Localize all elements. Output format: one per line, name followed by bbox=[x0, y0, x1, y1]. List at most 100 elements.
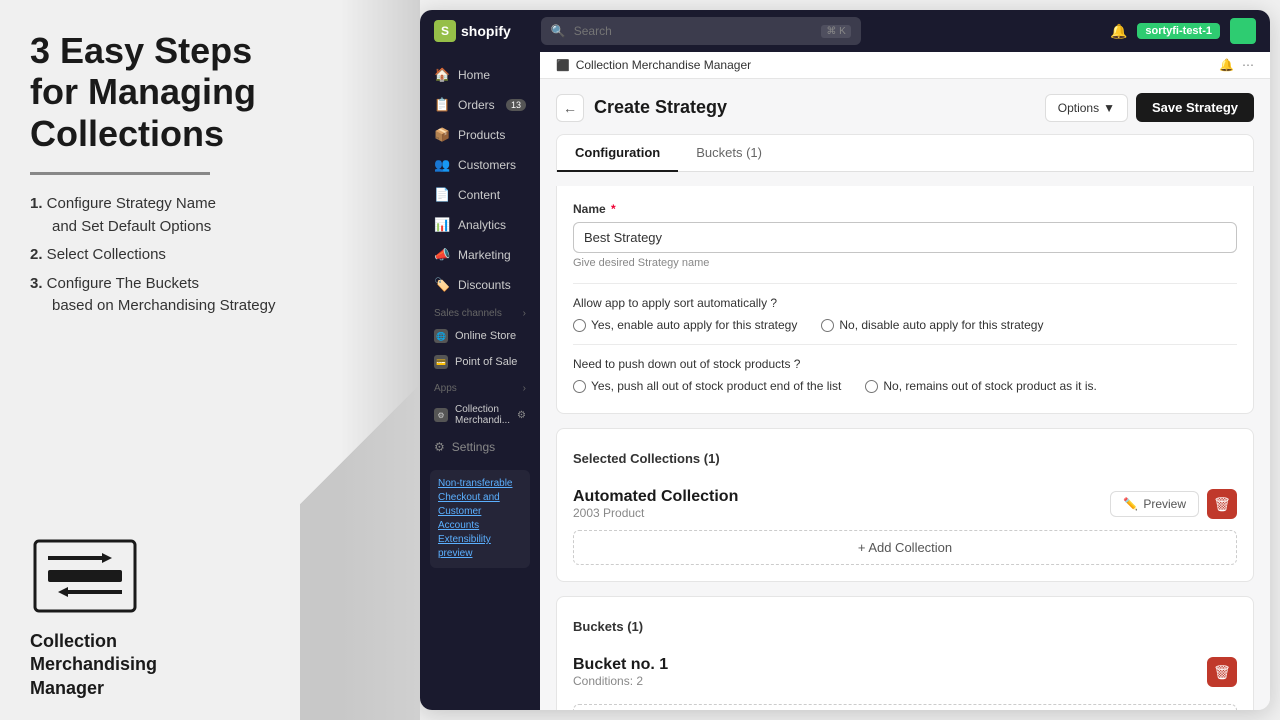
back-button[interactable]: ← bbox=[556, 94, 584, 122]
sidebar-item-marketing[interactable]: 📣 Marketing bbox=[420, 240, 540, 270]
apps-section: Apps › bbox=[420, 375, 540, 398]
out-of-stock-group: Need to push down out of stock products … bbox=[573, 357, 1237, 393]
customers-icon: 👥 bbox=[434, 157, 450, 173]
auto-apply-no[interactable]: No, disable auto apply for this strategy bbox=[821, 318, 1043, 332]
out-of-stock-yes-radio[interactable] bbox=[573, 380, 586, 393]
step-3-text: Configure The Bucketsbased on Merchandis… bbox=[30, 275, 390, 318]
auto-apply-no-radio[interactable] bbox=[821, 319, 834, 332]
strategy-name-input[interactable] bbox=[573, 222, 1237, 253]
out-of-stock-no-label: No, remains out of stock product as it i… bbox=[883, 379, 1096, 393]
list-item: 3. Configure The Bucketsbased on Merchan… bbox=[30, 273, 390, 318]
sidebar-item-label: Settings bbox=[452, 440, 495, 454]
search-input[interactable] bbox=[574, 24, 814, 38]
out-of-stock-no[interactable]: No, remains out of stock product as it i… bbox=[865, 379, 1096, 393]
tab-label: Buckets (1) bbox=[696, 145, 762, 160]
delete-collection-button[interactable]: 🗑 bbox=[1207, 489, 1237, 519]
tab-buckets[interactable]: Buckets (1) bbox=[678, 135, 780, 172]
notice-text: Non-transferable Checkout and Customer A… bbox=[438, 478, 512, 559]
more-options-icon[interactable]: ⋯ bbox=[1242, 58, 1254, 72]
options-button[interactable]: Options ▼ bbox=[1045, 94, 1128, 122]
auto-apply-label: Allow app to apply sort automatically ? bbox=[573, 296, 1237, 310]
shopify-admin-panel: S shopify 🔍 ⌘ K 🔔 sortyfi-test-1 🏠 Home … bbox=[420, 10, 1270, 710]
user-badge[interactable]: sortyfi-test-1 bbox=[1137, 23, 1220, 39]
sidebar-item-analytics[interactable]: 📊 Analytics bbox=[420, 210, 540, 240]
collection-info: Automated Collection 2003 Product bbox=[573, 488, 738, 520]
sidebar-item-label: Online Store bbox=[455, 330, 516, 342]
auto-apply-yes-radio[interactable] bbox=[573, 319, 586, 332]
sidebar-item-label: Orders bbox=[458, 98, 495, 112]
bucket-name: Bucket no. 1 bbox=[573, 656, 668, 674]
tabs-container: Configuration Buckets (1) bbox=[556, 134, 1254, 172]
content-icon: 📄 bbox=[434, 187, 450, 203]
sidebar-item-products[interactable]: 📦 Products bbox=[420, 120, 540, 150]
auto-apply-yes-label: Yes, enable auto apply for this strategy bbox=[591, 318, 797, 332]
bell-icon[interactable]: 🔔 bbox=[1110, 23, 1127, 40]
list-item: 2. Select Collections bbox=[30, 244, 390, 267]
name-label: Name * bbox=[573, 202, 1237, 216]
left-panel: 3 Easy Steps for Managing Collections 1.… bbox=[0, 0, 420, 720]
admin-body: 🏠 Home 📋 Orders 13 📦 Products 👥 Customer… bbox=[420, 52, 1270, 710]
apps-label: Apps bbox=[434, 383, 457, 394]
analytics-icon: 📊 bbox=[434, 217, 450, 233]
out-of-stock-options: Yes, push all out of stock product end o… bbox=[573, 379, 1237, 393]
auto-apply-yes[interactable]: Yes, enable auto apply for this strategy bbox=[573, 318, 797, 332]
preview-button[interactable]: ✏️ Preview bbox=[1110, 491, 1199, 517]
auto-apply-group: Allow app to apply sort automatically ? … bbox=[573, 296, 1237, 332]
main-title: 3 Easy Steps for Managing Collections bbox=[30, 30, 390, 154]
add-collection-button[interactable]: + Add Collection bbox=[573, 530, 1237, 565]
topbar: S shopify 🔍 ⌘ K 🔔 sortyfi-test-1 bbox=[420, 10, 1270, 52]
page-container: ← Create Strategy Options ▼ Save Strateg… bbox=[540, 79, 1270, 710]
tabs: Configuration Buckets (1) bbox=[557, 135, 1253, 172]
sidebar-item-discounts[interactable]: 🏷️ Discounts bbox=[420, 270, 540, 300]
shopify-wordmark: shopify bbox=[461, 23, 511, 39]
sidebar-item-label: Content bbox=[458, 188, 500, 202]
bucket-item: Bucket no. 1 Conditions: 2 🗑 bbox=[573, 646, 1237, 698]
sidebar-item-label: Analytics bbox=[458, 218, 506, 232]
bell-icon-app[interactable]: 🔔 bbox=[1219, 58, 1234, 72]
sidebar-item-collection-app[interactable]: ⚙ Collection Merchandi... ⚙ bbox=[420, 398, 540, 432]
pencil-icon: ✏️ bbox=[1123, 497, 1138, 511]
title-divider bbox=[30, 172, 210, 175]
sidebar-item-content[interactable]: 📄 Content bbox=[420, 180, 540, 210]
collections-card: Selected Collections (1) Automated Colle… bbox=[556, 428, 1254, 582]
out-of-stock-yes-label: Yes, push all out of stock product end o… bbox=[591, 379, 841, 393]
user-avatar bbox=[1230, 18, 1256, 44]
search-bar[interactable]: 🔍 ⌘ K bbox=[541, 17, 861, 45]
bucket-sub: Conditions: 2 bbox=[573, 674, 668, 688]
shopify-logo: S shopify bbox=[434, 20, 511, 42]
delete-bucket-button[interactable]: 🗑 bbox=[1207, 657, 1237, 687]
products-icon: 📦 bbox=[434, 127, 450, 143]
sidebar: 🏠 Home 📋 Orders 13 📦 Products 👥 Customer… bbox=[420, 52, 540, 710]
brand-logo-icon bbox=[30, 536, 140, 616]
marketing-icon: 📣 bbox=[434, 247, 450, 263]
sidebar-item-online-store[interactable]: 🌐 Online Store bbox=[420, 323, 540, 349]
sidebar-item-point-of-sale[interactable]: 💳 Point of Sale bbox=[420, 349, 540, 375]
sidebar-item-settings[interactable]: ⚙ Settings bbox=[420, 432, 540, 462]
sidebar-item-home[interactable]: 🏠 Home bbox=[420, 60, 540, 90]
save-strategy-button[interactable]: Save Strategy bbox=[1136, 93, 1254, 122]
home-icon: 🏠 bbox=[434, 67, 450, 83]
out-of-stock-no-radio[interactable] bbox=[865, 380, 878, 393]
app-header-title: Collection Merchandise Manager bbox=[576, 58, 751, 72]
list-item: 1. Configure Strategy Nameand Set Defaul… bbox=[30, 193, 390, 238]
collection-sub: 2003 Product bbox=[573, 506, 738, 520]
page-title: Create Strategy bbox=[594, 97, 727, 118]
sidebar-item-orders[interactable]: 📋 Orders 13 bbox=[420, 90, 540, 120]
app-header-right: 🔔 ⋯ bbox=[1219, 58, 1254, 72]
search-shortcut: ⌘ K bbox=[821, 25, 850, 38]
divider bbox=[573, 344, 1237, 345]
step-1-text: Configure Strategy Nameand Set Default O… bbox=[30, 195, 390, 238]
auto-apply-options: Yes, enable auto apply for this strategy… bbox=[573, 318, 1237, 332]
out-of-stock-yes[interactable]: Yes, push all out of stock product end o… bbox=[573, 379, 841, 393]
manage-buckets-button[interactable]: ✏ Manage Buckets bbox=[573, 704, 1237, 710]
tab-configuration[interactable]: Configuration bbox=[557, 135, 678, 172]
sidebar-item-customers[interactable]: 👥 Customers bbox=[420, 150, 540, 180]
auto-apply-no-label: No, disable auto apply for this strategy bbox=[839, 318, 1043, 332]
orders-badge: 13 bbox=[506, 99, 526, 111]
configuration-card: Name * Give desired Strategy name Allow … bbox=[556, 186, 1254, 414]
non-transferable-notice[interactable]: Non-transferable Checkout and Customer A… bbox=[430, 470, 530, 568]
sales-channels-section: Sales channels › bbox=[420, 300, 540, 323]
steps-list: 1. Configure Strategy Nameand Set Defaul… bbox=[30, 193, 390, 324]
sidebar-item-label: Products bbox=[458, 128, 505, 142]
out-of-stock-label: Need to push down out of stock products … bbox=[573, 357, 1237, 371]
